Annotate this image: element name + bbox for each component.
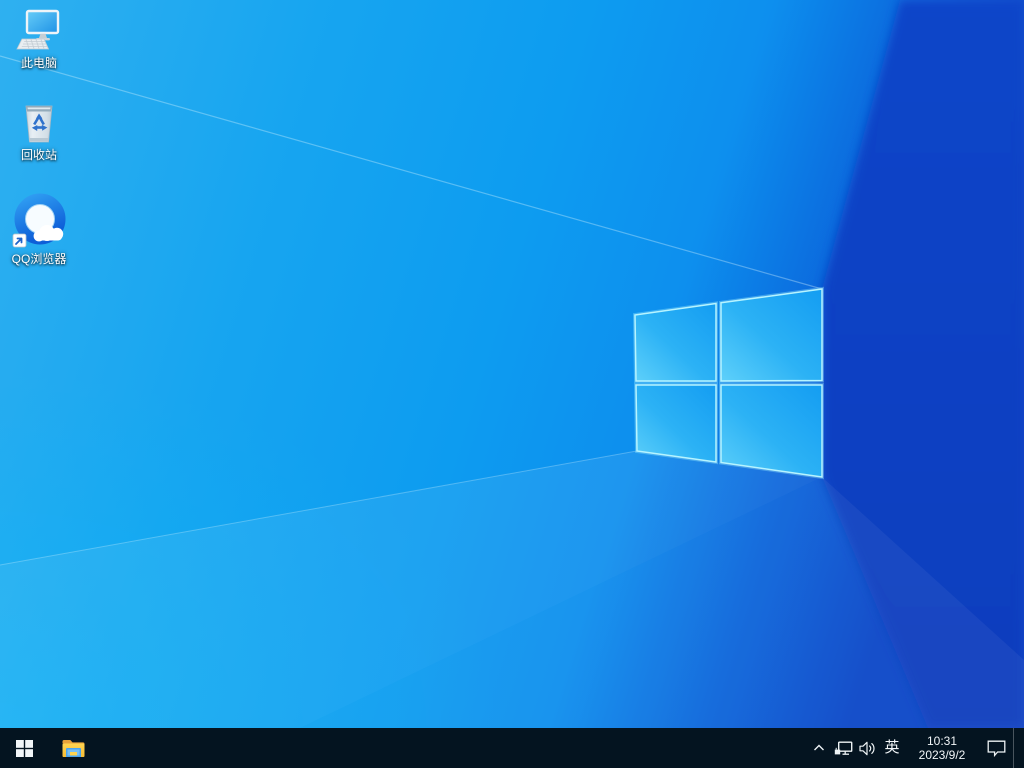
show-desktop-button[interactable]: [1013, 728, 1024, 768]
tray-network-button[interactable]: [831, 728, 855, 768]
recycle-bin-icon: [25, 105, 53, 143]
system-tray: 英 10:31 2023/9/2: [807, 728, 1024, 768]
wallpaper: [0, 0, 1024, 728]
desktop-icon-label: QQ浏览器: [11, 252, 67, 266]
taskbar: 英 10:31 2023/9/2: [0, 728, 1024, 768]
clock-date: 2023/9/2: [918, 747, 966, 762]
desktop-icon-label: 回收站: [20, 148, 57, 162]
start-icon: [15, 739, 33, 757]
qq-browser-icon: [12, 193, 66, 248]
action-center-icon: [987, 740, 1005, 757]
tray-clock[interactable]: 10:31 2023/9/2: [905, 728, 979, 768]
ethernet-icon: [834, 741, 852, 755]
desktop-icon-qq-browser[interactable]: QQ浏览器: [0, 193, 78, 266]
tray-language-indicator[interactable]: 英: [879, 728, 905, 768]
shortcut-arrow-badge: [12, 233, 27, 248]
desktop-icon-this-pc[interactable]: 此电脑: [0, 9, 78, 70]
file-explorer-icon: [62, 739, 84, 757]
tray-volume-button[interactable]: [855, 728, 879, 768]
computer-icon: [16, 9, 60, 50]
screen: 此电脑 回收站 QQ浏览器 英 10:31 2023/9/2: [0, 0, 1024, 768]
desktop-background[interactable]: 此电脑 回收站 QQ浏览器: [0, 0, 1024, 728]
language-indicator-text: 英: [884, 739, 900, 756]
clock-time: 10:31: [926, 733, 958, 748]
action-center-button[interactable]: [979, 728, 1013, 768]
windows-logo: [633, 287, 824, 479]
file-explorer-button[interactable]: [48, 728, 98, 768]
desktop-icon-label: 此电脑: [20, 56, 57, 70]
chevron-up-icon: [814, 744, 824, 751]
speaker-icon: [858, 741, 875, 755]
start-button[interactable]: [0, 728, 48, 768]
desktop-icon-recycle-bin[interactable]: 回收站: [0, 101, 78, 162]
tray-hidden-icons-button[interactable]: [807, 728, 831, 768]
